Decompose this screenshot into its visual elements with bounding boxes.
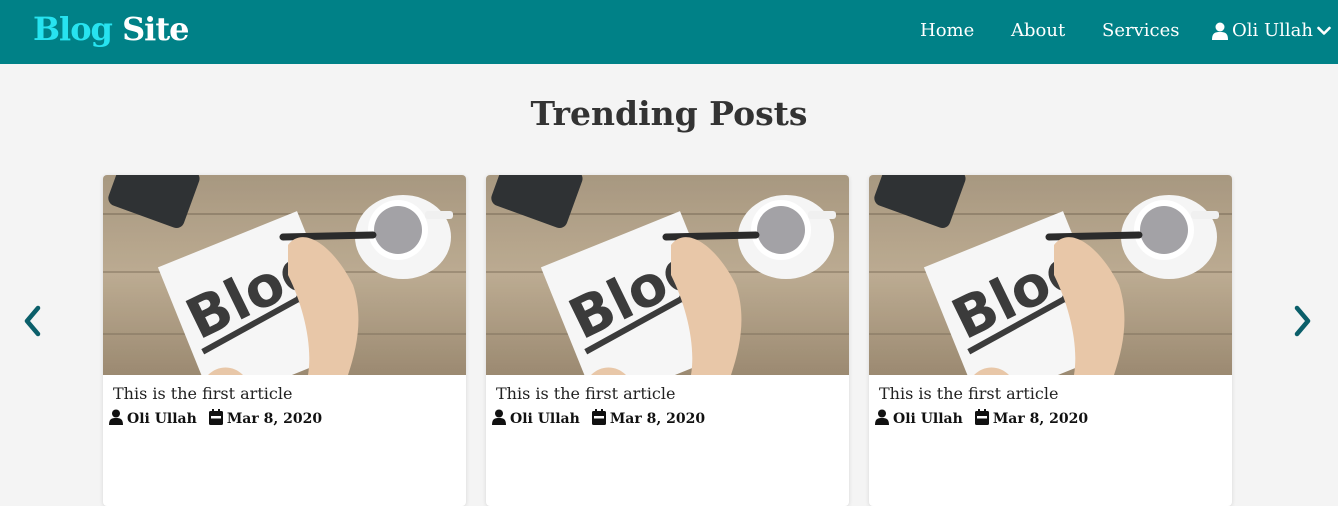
brand-logo[interactable]: Blog Site [33, 10, 189, 48]
post-meta: Oli Ullah Mar 8, 2020 [109, 409, 322, 429]
post-card[interactable]: This is the first article Oli Ullah Mar … [486, 175, 849, 506]
user-icon [109, 409, 123, 429]
nav-link-services[interactable]: Services [1102, 20, 1179, 41]
post-thumbnail [486, 175, 849, 375]
post-date: Mar 8, 2020 [226, 411, 323, 427]
post-card[interactable]: This is the first article Oli Ullah Mar … [869, 175, 1232, 506]
section-title: Trending Posts [530, 94, 808, 133]
post-card[interactable]: This is the first article Oli Ullah Mar … [103, 175, 466, 506]
carousel-prev-button[interactable] [20, 304, 46, 338]
user-name: Oli Ullah [1232, 20, 1313, 41]
post-author: Oli Ullah [510, 411, 580, 427]
navbar: Blog Site Home About Services Oli Ullah [0, 0, 1338, 64]
chevron-right-icon [1294, 305, 1311, 337]
post-author: Oli Ullah [127, 411, 197, 427]
calendar-icon [974, 409, 989, 429]
nav-link-about[interactable]: About [1011, 20, 1065, 41]
calendar-icon [591, 409, 606, 429]
post-thumbnail [103, 175, 466, 375]
brand-part-1: Blog [33, 10, 113, 48]
post-date: Mar 8, 2020 [992, 411, 1089, 427]
post-meta: Oli Ullah Mar 8, 2020 [492, 409, 705, 429]
post-date: Mar 8, 2020 [609, 411, 706, 427]
nav-link-home[interactable]: Home [920, 20, 974, 41]
chevron-left-icon [24, 305, 41, 337]
user-menu[interactable]: Oli Ullah [1212, 20, 1331, 41]
carousel-next-button[interactable] [1289, 304, 1315, 338]
post-title[interactable]: This is the first article [879, 384, 1058, 403]
post-thumbnail [869, 175, 1232, 375]
user-icon [1212, 22, 1228, 40]
post-meta: Oli Ullah Mar 8, 2020 [875, 409, 1088, 429]
user-icon [875, 409, 889, 429]
brand-part-2: Site [122, 10, 189, 48]
post-author: Oli Ullah [893, 411, 963, 427]
calendar-icon [208, 409, 223, 429]
post-title[interactable]: This is the first article [496, 384, 675, 403]
post-title[interactable]: This is the first article [113, 384, 292, 403]
user-icon [492, 409, 506, 429]
chevron-down-icon [1317, 26, 1331, 36]
